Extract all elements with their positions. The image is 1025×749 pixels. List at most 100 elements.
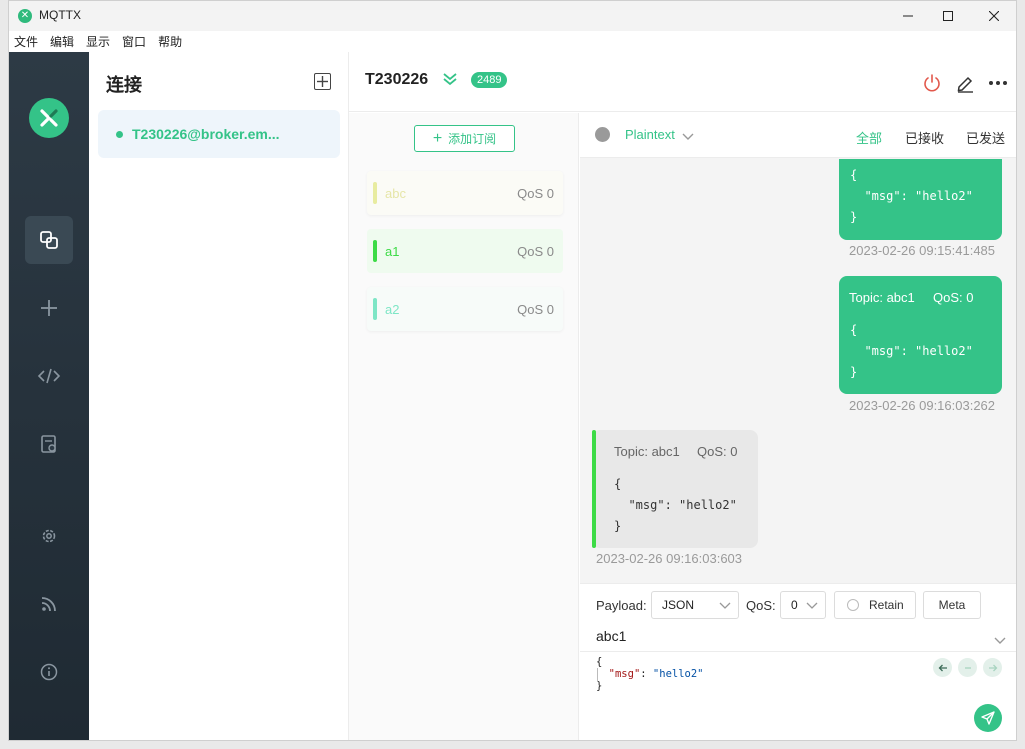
sidebar-item-connections[interactable] [25,216,73,264]
window-title: MQTTX [39,8,81,22]
rss-icon [41,597,56,612]
add-subscription-button[interactable]: + 添加订阅 [414,125,515,152]
history-reset-button[interactable] [958,658,977,677]
payload-label: Payload: [596,598,647,613]
subscription-qos: QoS 0 [517,301,554,317]
menu-help[interactable]: 帮助 [158,33,182,50]
qos-label: QoS: [746,598,776,613]
send-icon [981,711,995,725]
retain-toggle[interactable]: Retain [834,591,916,619]
title-bar: ✕ MQTTX [9,1,1016,31]
arrow-left-icon [938,664,947,671]
topic-input[interactable]: abc1 [596,628,626,644]
tab-sent[interactable]: 已发送 [966,128,1005,147]
power-icon [924,74,940,92]
code-icon [37,368,61,384]
sidebar-item-new[interactable] [25,284,73,332]
plus-icon [317,76,328,87]
close-icon [989,11,999,21]
gear-icon [42,529,56,543]
connection-title: T230226 [365,71,429,88]
message-count-badge: 2489 [471,72,508,88]
connected-status-dot [116,130,123,138]
left-sidebar [9,52,89,740]
chevron-down-icon[interactable] [994,632,1006,650]
subscription-color-bar [373,240,377,262]
message-bubble-received: Topic: abc1 QoS: 0 { "msg": "hello2" } [592,430,758,548]
sidebar-item-log[interactable] [25,420,73,468]
tab-all[interactable]: 全部 [856,128,882,147]
plus-icon: + [432,129,443,147]
menu-window[interactable]: 窗口 [122,33,146,50]
sidebar-item-subscribe[interactable] [25,580,73,628]
messages-area: Plaintext 全部 已接收 已发送 { "msg": "hello2" }… [580,113,1016,740]
sidebar-item-about[interactable] [25,648,73,696]
plus-icon [41,300,57,316]
subscription-qos: QoS 0 [517,185,554,201]
edit-icon [957,76,973,93]
indent-guide [597,668,598,682]
message-list: { "msg": "hello2" } 2023-02-26 09:15:41:… [580,159,1016,582]
collapse-chevron-icon[interactable] [443,72,457,91]
edit-connection-button[interactable] [954,72,976,94]
subscription-topic: abc [385,185,406,201]
message-timestamp: 2023-02-26 09:16:03:262 [849,398,996,413]
message-timestamp: 2023-02-26 09:16:03:603 [596,551,743,566]
payload-format-select[interactable]: Plaintext [625,127,675,142]
message-payload: { "msg": "hello2" } [850,168,973,224]
subscriptions-panel: + 添加订阅 abc QoS 0 a1 QoS 0 a2 QoS 0 [349,113,579,740]
menu-view[interactable]: 显示 [86,33,110,50]
subscription-color-bar [373,182,377,204]
connection-item[interactable]: T230226@broker.em... [98,110,340,158]
menu-file[interactable]: 文件 [14,33,38,50]
close-button[interactable] [971,1,1016,31]
maximize-button[interactable] [925,1,971,31]
subscription-item[interactable]: a1 QoS 0 [367,229,563,273]
add-subscription-label: 添加订阅 [448,132,497,146]
retain-radio[interactable] [847,599,859,611]
message-bubble-sent: Topic: abc1 QoS: 0 { "msg": "hello2" } [839,276,1002,394]
subscription-qos: QoS 0 [517,243,554,259]
message-qos: QoS: 0 [933,290,974,305]
message-topic: Topic: abc1 [849,290,915,305]
message-payload: { "msg": "hello2" } [614,477,737,533]
subscription-item[interactable]: a2 QoS 0 [367,287,563,331]
message-payload: { "msg": "hello2" } [850,323,973,379]
publish-composer: Payload: JSON QoS: 0 Retain Meta abc1 { [580,583,1016,740]
subscription-topic: a2 [385,301,400,317]
more-options-button[interactable] [987,72,1009,94]
connections-panel: 连接 T230226@broker.em... [89,52,349,740]
sidebar-item-script[interactable] [25,352,73,400]
arrow-right-icon [988,664,997,671]
disconnect-button[interactable] [921,72,943,94]
subscription-item[interactable]: abc QoS 0 [367,171,563,215]
chevron-down-icon[interactable] [682,128,694,146]
send-button[interactable] [974,704,1002,732]
history-forward-button[interactable] [983,658,1002,677]
payload-format-value: JSON [662,598,695,612]
app-logo-icon: ✕ [18,9,32,23]
editor-open-brace: { [596,656,603,668]
message-bubble-sent: { "msg": "hello2" } [839,159,1002,240]
tab-received[interactable]: 已接收 [905,128,944,147]
editor-value: "hello2" [652,668,704,680]
payload-editor-text[interactable]: { "msg": "hello2" } [596,656,704,692]
payload-format-dropdown[interactable]: JSON [651,591,739,619]
new-connection-button[interactable] [314,73,331,90]
minimize-icon [903,15,913,17]
connections-title: 连接 [106,75,142,95]
meta-button[interactable]: Meta [923,591,981,619]
history-back-button[interactable] [933,658,952,677]
menu-bar: 文件 编辑 显示 窗口 帮助 [9,31,1016,52]
topic-color-bar [592,430,596,548]
subscription-topic: a1 [385,243,400,259]
editor-colon: : [640,668,653,680]
minus-icon [964,666,971,669]
menu-edit[interactable]: 编辑 [50,33,74,50]
connection-header: T230226 2489 [349,52,1016,112]
message-qos: QoS: 0 [697,444,738,459]
qos-dropdown[interactable]: 0 [780,591,826,619]
subscription-color-bar [373,298,377,320]
sidebar-item-settings[interactable] [25,512,73,560]
connection-name: T230226@broker.em... [132,126,280,142]
